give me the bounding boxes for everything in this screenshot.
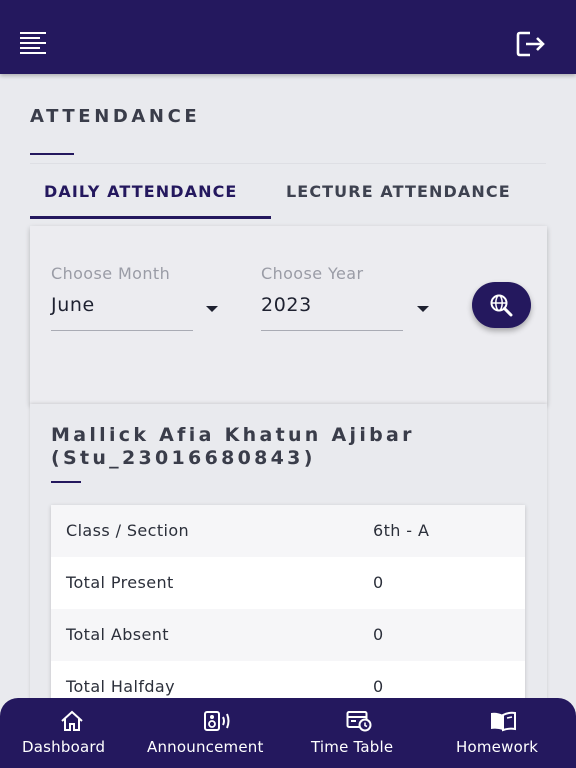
year-label: Choose Year xyxy=(261,264,364,283)
nav-dashboard[interactable]: Dashboard xyxy=(18,698,126,768)
stat-key: Class / Section xyxy=(66,521,190,540)
table-row: Total Halfday 0 xyxy=(51,661,525,698)
content-area[interactable]: ATTENDANCE DAILY ATTENDANCE LECTURE ATTE… xyxy=(0,74,576,698)
announcement-icon xyxy=(204,711,230,731)
tab-lecture-attendance[interactable]: LECTURE ATTENDANCE xyxy=(286,182,511,201)
timetable-icon xyxy=(346,711,372,732)
nav-announcement[interactable]: Announcement xyxy=(146,698,288,768)
year-underline xyxy=(261,330,403,331)
nav-timetable[interactable]: Time Table xyxy=(306,698,416,768)
nav-label-timetable: Time Table xyxy=(311,738,394,756)
student-name-block: Mallick Afia Khatun Ajibar (Stu_23016680… xyxy=(51,424,531,470)
student-id: (Stu_23016680843) xyxy=(51,447,316,469)
menu-lines-icon[interactable] xyxy=(20,32,46,54)
stat-value: 6th - A xyxy=(373,521,430,540)
nav-label-dashboard: Dashboard xyxy=(22,738,106,756)
stat-value: 0 xyxy=(373,677,384,696)
year-dropdown-icon[interactable] xyxy=(417,306,429,312)
month-dropdown-icon[interactable] xyxy=(206,306,218,312)
title-underline xyxy=(30,153,74,155)
table-row: Total Absent 0 xyxy=(51,609,525,661)
nav-label-homework: Homework xyxy=(456,738,539,756)
month-label: Choose Month xyxy=(51,264,171,283)
student-card: Mallick Afia Khatun Ajibar (Stu_23016680… xyxy=(30,404,547,698)
stat-value: 0 xyxy=(373,573,384,592)
month-select[interactable]: June xyxy=(51,294,95,316)
attendance-stats-table: Class / Section 6th - A Total Present 0 … xyxy=(51,505,525,698)
bottom-navigation: Dashboard Announcement Time Table Homewo… xyxy=(0,698,576,768)
active-tab-indicator xyxy=(30,216,271,219)
filter-card: Choose Month June Choose Year 2023 xyxy=(30,226,547,404)
app-bar xyxy=(0,0,576,74)
logout-icon[interactable] xyxy=(516,30,548,58)
stat-key: Total Absent xyxy=(66,625,169,644)
tab-daily-attendance[interactable]: DAILY ATTENDANCE xyxy=(44,182,237,201)
search-button[interactable] xyxy=(472,282,531,328)
tabs-divider xyxy=(30,163,546,164)
name-underline xyxy=(51,481,81,483)
stat-value: 0 xyxy=(373,625,384,644)
year-select[interactable]: 2023 xyxy=(261,294,312,316)
book-icon xyxy=(491,711,516,732)
page-title: ATTENDANCE xyxy=(30,106,201,127)
stat-key: Total Halfday xyxy=(66,677,175,696)
table-row: Class / Section 6th - A xyxy=(51,505,525,557)
nav-label-announcement: Announcement xyxy=(147,738,264,756)
month-underline xyxy=(51,330,193,331)
globe-search-icon xyxy=(490,294,513,317)
stat-key: Total Present xyxy=(66,573,174,592)
home-icon xyxy=(61,710,83,731)
nav-homework[interactable]: Homework xyxy=(452,698,556,768)
student-name: Mallick Afia Khatun Ajibar xyxy=(51,424,415,446)
table-row: Total Present 0 xyxy=(51,557,525,609)
